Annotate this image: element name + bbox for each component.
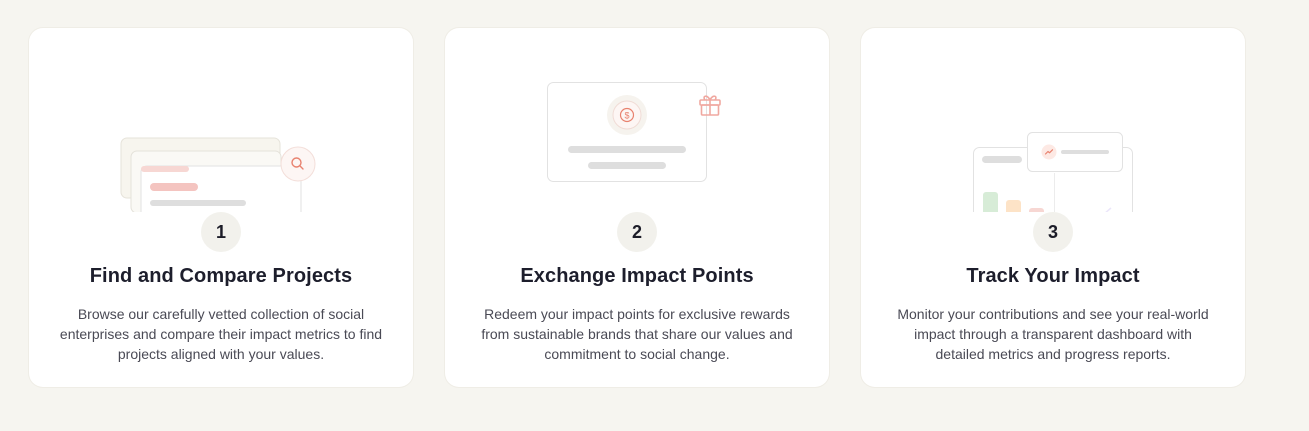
search-icon — [280, 146, 316, 182]
step-description: Redeem your impact points for exclusive … — [481, 306, 793, 362]
step-title: Exchange Impact Points — [520, 265, 754, 287]
svg-text:$: $ — [624, 111, 629, 121]
step-description: Monitor your contributions and see your … — [897, 306, 1209, 362]
project-listing-illustration — [29, 28, 413, 212]
step-card-track-impact: 3 Track Your Impact Monitor your contrib… — [861, 28, 1245, 387]
dashboard-graphic — [973, 132, 1133, 212]
step-number-badge: 1 — [201, 212, 241, 252]
reward-voucher-illustration: $ — [445, 28, 829, 212]
gift-icon — [696, 90, 724, 118]
step-description: Browse our carefully vetted collection o… — [59, 306, 383, 362]
dashboard-illustration — [861, 28, 1245, 212]
step-number-badge: 2 — [617, 212, 657, 252]
step-title: Find and Compare Projects — [89, 265, 353, 287]
stacked-project-cards-graphic — [120, 137, 302, 212]
trend-up-icon — [1041, 144, 1057, 160]
step-title: Track Your Impact — [966, 265, 1140, 287]
step-card-exchange-points: $ 2 Exchange Impact Points Redeem your i… — [445, 28, 829, 387]
step-card-find-compare: 1 Find and Compare Projects Browse our c… — [29, 28, 413, 387]
step-number-badge: 3 — [1033, 212, 1073, 252]
coin-dollar-icon: $ — [606, 94, 648, 136]
